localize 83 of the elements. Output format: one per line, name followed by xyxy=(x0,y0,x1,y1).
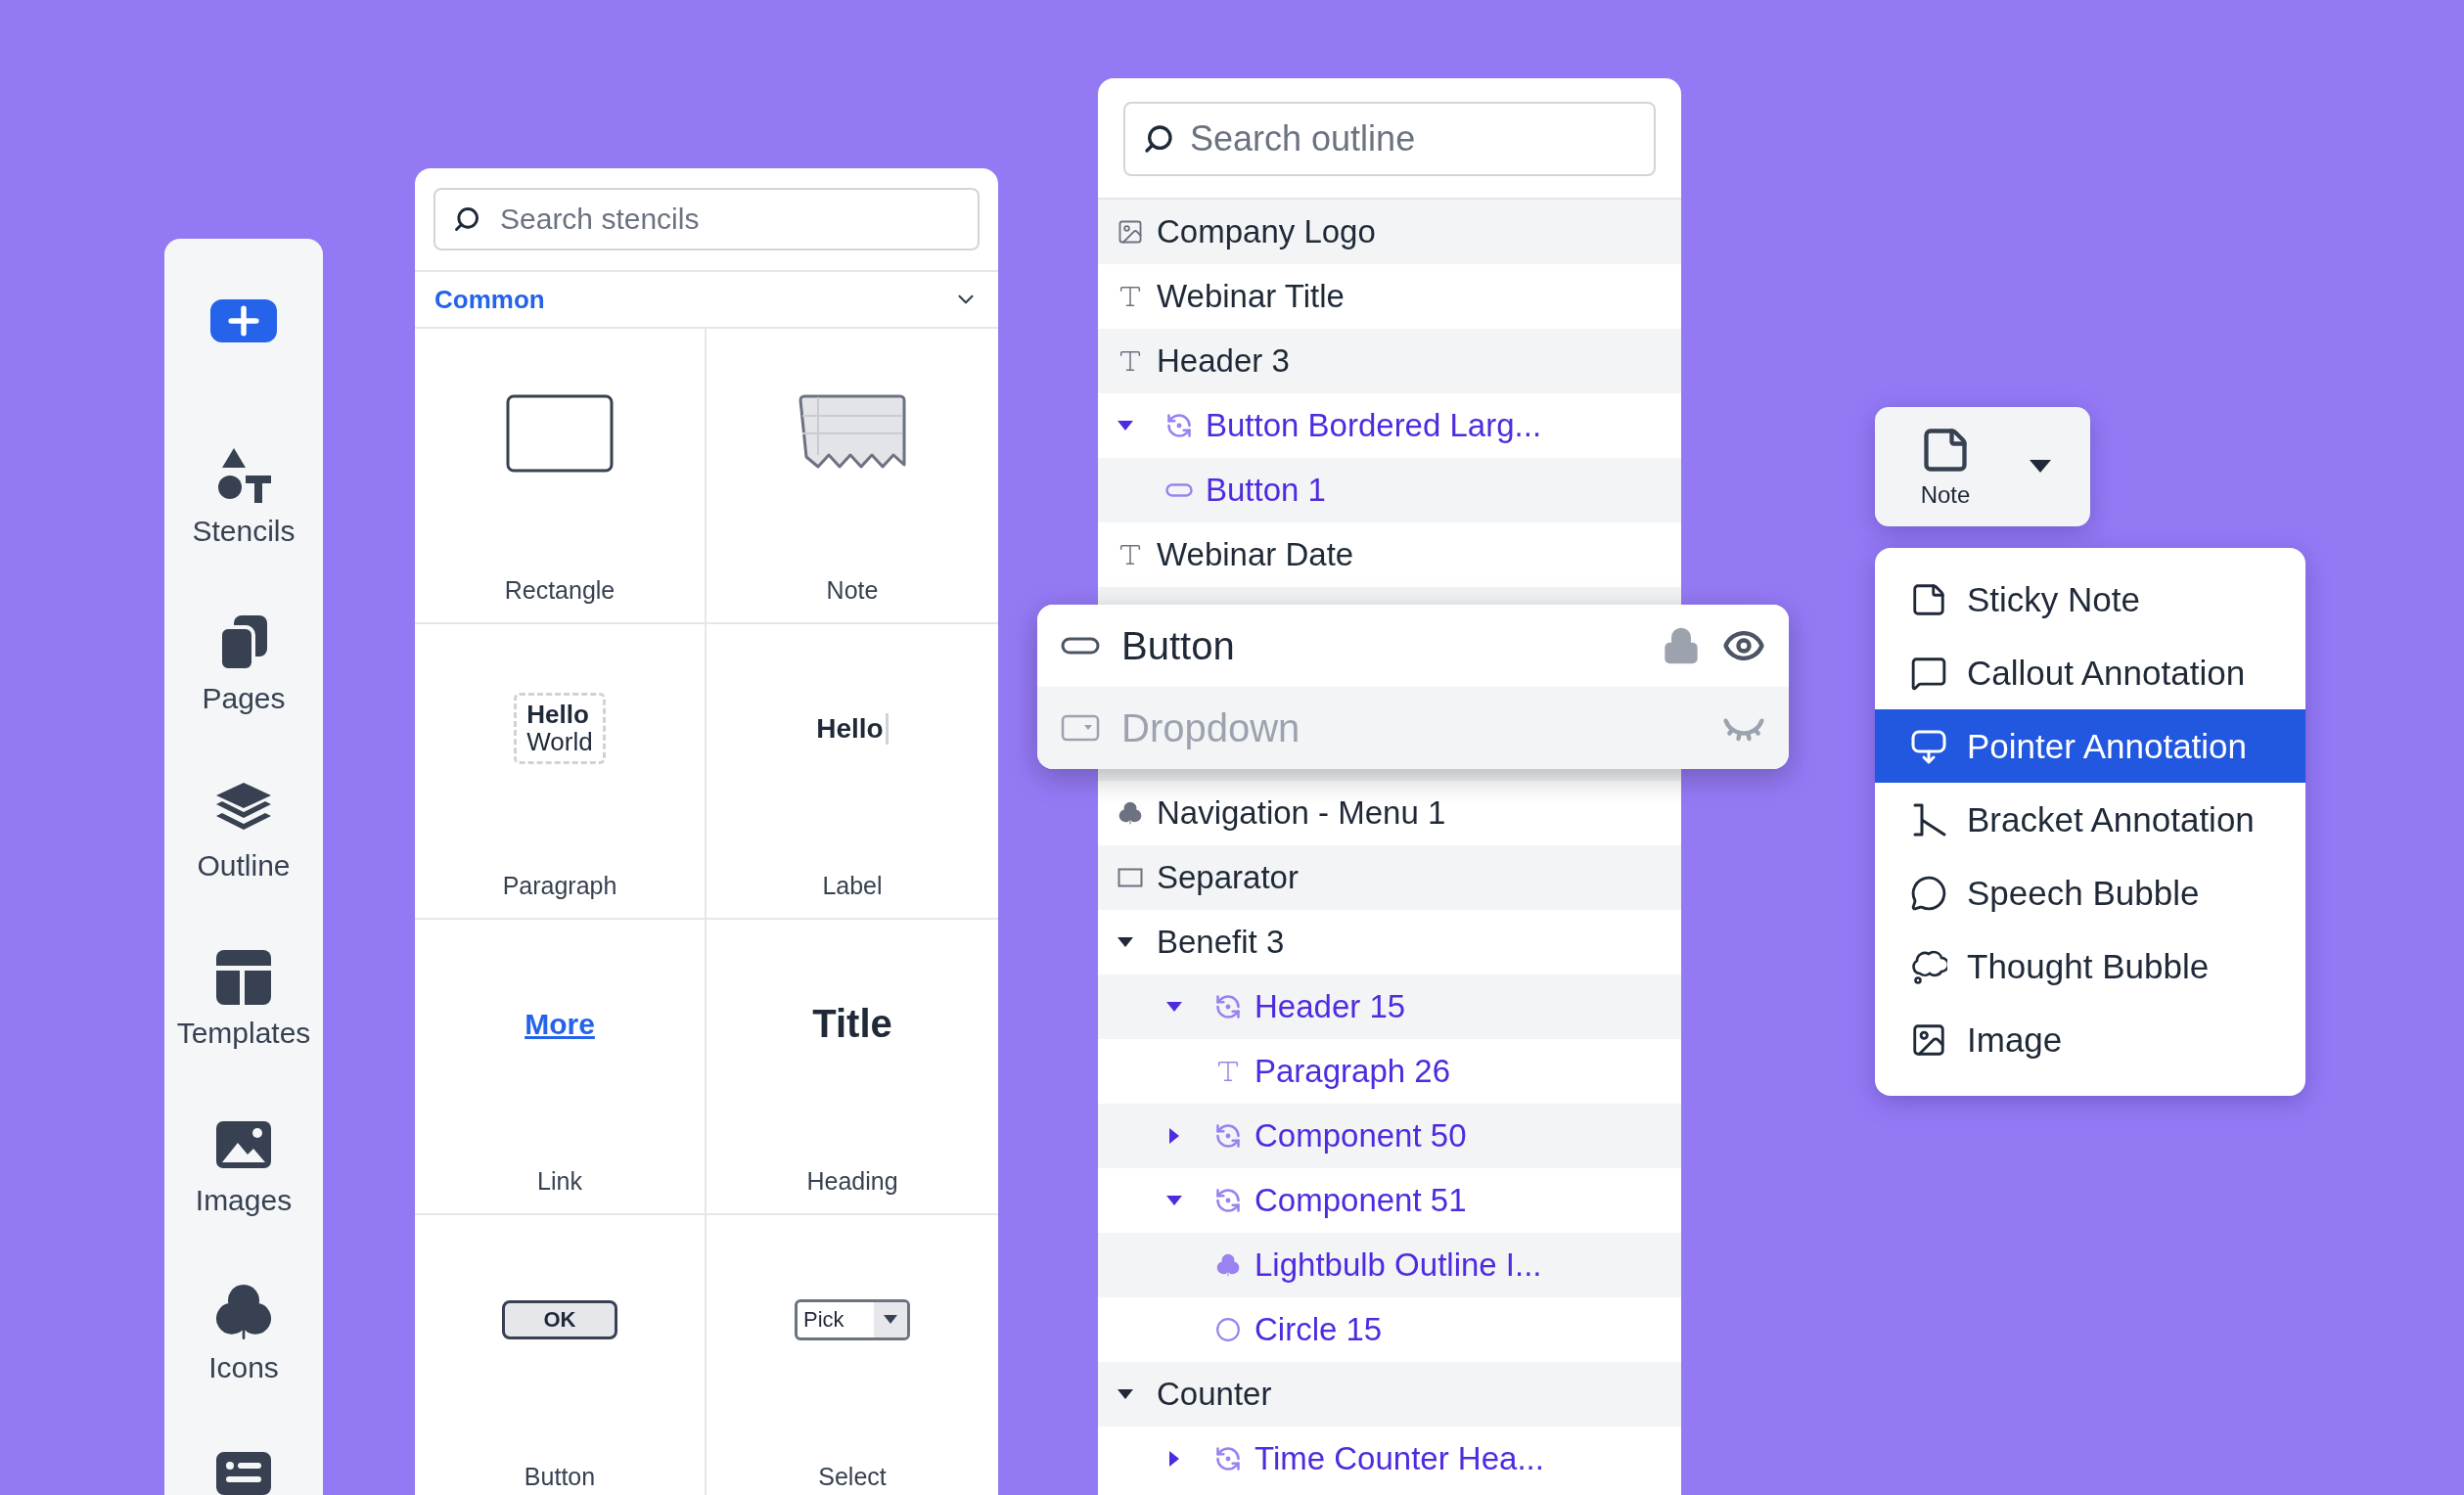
preview-text: Pick xyxy=(802,1305,845,1334)
stencil-tile[interactable]: Hello World Paragraph xyxy=(415,624,707,920)
search-icon xyxy=(1143,123,1174,155)
label-preview: Hello xyxy=(816,712,889,745)
stencil-tile[interactable]: Pick Select xyxy=(707,1215,998,1495)
sidebar-item[interactable]: Outline xyxy=(197,779,291,883)
layer-name: Button xyxy=(1121,623,1236,668)
stencil-name: Note xyxy=(826,576,879,605)
stencil-name: Link xyxy=(537,1167,582,1196)
tree-row[interactable]: Component 50 xyxy=(1098,1104,1681,1168)
stencil-tile[interactable]: Rectangle xyxy=(415,329,707,624)
menu-item[interactable]: Bracket Annotation xyxy=(1875,783,2305,856)
link-preview[interactable]: More xyxy=(525,1007,595,1041)
component-icon xyxy=(1213,992,1243,1021)
stencil-tile[interactable]: OK Button xyxy=(415,1215,707,1495)
preview-text: Hello xyxy=(526,702,590,729)
stencil-tile[interactable]: Title Heading xyxy=(707,920,998,1215)
component-icon xyxy=(1164,411,1194,440)
note-label: Note xyxy=(1920,481,1971,509)
tree-row[interactable]: Header 3 xyxy=(1098,329,1681,393)
dropdown-icon xyxy=(1061,714,1100,742)
outline-label: Button 1 xyxy=(1206,472,1326,509)
outline-label: Navigation - Menu 1 xyxy=(1157,794,1446,832)
circle-icon xyxy=(1213,1315,1243,1344)
pill-icon xyxy=(1061,636,1100,656)
note-button[interactable]: Note xyxy=(1875,407,2090,526)
outline-label: Component 50 xyxy=(1255,1117,1467,1155)
outline-label: Separator xyxy=(1157,859,1299,896)
component-icon xyxy=(1213,1444,1243,1473)
tree-row[interactable]: Header 15 xyxy=(1098,974,1681,1039)
menu-item[interactable]: Thought Bubble xyxy=(1875,929,2305,1003)
tree-row[interactable]: Counter xyxy=(1098,1362,1681,1427)
outline-label: Component 51 xyxy=(1255,1182,1467,1219)
stencil-name: Rectangle xyxy=(504,576,616,605)
stencil-name: Button xyxy=(524,1463,596,1491)
tree-row[interactable]: Separator xyxy=(1098,845,1681,910)
preview-text: World xyxy=(526,728,593,755)
tree-row[interactable]: Lightbulb Outline I... xyxy=(1098,1233,1681,1297)
outline-label: Circle 15 xyxy=(1255,1311,1383,1348)
sidebar-item[interactable]: Icons xyxy=(208,1281,279,1384)
stencil-tile[interactable]: Hello Label xyxy=(707,624,998,920)
stencil-name: Label xyxy=(822,872,883,900)
outline-label: Webinar Title xyxy=(1157,278,1345,315)
menu-item[interactable]: Sticky Note xyxy=(1875,563,2305,636)
component-icon xyxy=(1213,1121,1243,1151)
stencil-name: Heading xyxy=(806,1167,898,1196)
menu-item[interactable]: Callout Annotation xyxy=(1875,636,2305,709)
sidebar-item[interactable]: Pages xyxy=(202,612,286,715)
button-preview: OK xyxy=(502,1299,617,1339)
stencil-name: Paragraph xyxy=(502,872,617,900)
tree-row[interactable]: Button 1 xyxy=(1098,458,1681,522)
menu-item[interactable]: Speech Bubble xyxy=(1875,856,2305,929)
caret-icon xyxy=(884,1314,897,1325)
outline-label: Webinar Date xyxy=(1157,536,1354,573)
menu-item[interactable]: Pointer Annotation xyxy=(1875,709,2305,783)
speech-bubble-icon xyxy=(1910,874,1947,912)
outline-label: Lightbulb Outline I... xyxy=(1255,1246,1542,1284)
sidebar-item[interactable]: Stencils xyxy=(192,444,296,548)
tree-row[interactable]: Company Logo xyxy=(1098,200,1681,264)
outline-label: Button Bordered Larg... xyxy=(1206,407,1542,444)
search-field[interactable]: Search stencils xyxy=(433,188,980,250)
stencil-tile[interactable]: Note xyxy=(707,329,998,624)
sidebar-item[interactable]: Templates xyxy=(176,946,311,1050)
stencil-tile[interactable]: More Link xyxy=(415,920,707,1215)
outline-label: Company Logo xyxy=(1157,213,1376,250)
outline-label: Header 3 xyxy=(1157,342,1290,380)
component-icon xyxy=(1213,1186,1243,1215)
outline-label: Benefit 3 xyxy=(1157,924,1285,961)
layer-row[interactable]: Button xyxy=(1037,605,1789,687)
sidebar-item[interactable]: Images xyxy=(195,1113,293,1217)
outline-label: Time Counter Hea... xyxy=(1255,1440,1544,1477)
search-icon xyxy=(453,205,480,233)
outline-label: Paragraph 26 xyxy=(1255,1053,1450,1090)
outline-label: Counter xyxy=(1157,1376,1272,1413)
add-button[interactable] xyxy=(210,299,277,342)
outline-label: Header 15 xyxy=(1255,988,1406,1025)
search-field[interactable]: Search outline xyxy=(1123,102,1656,176)
layer-name: Dropdown xyxy=(1121,705,1301,750)
stencil-name: Select xyxy=(818,1463,887,1491)
lock-icon[interactable] xyxy=(1662,626,1701,665)
heading-preview: Title xyxy=(812,1002,892,1046)
caret-icon xyxy=(2030,460,2051,474)
menu-item[interactable]: Image xyxy=(1875,1003,2305,1076)
